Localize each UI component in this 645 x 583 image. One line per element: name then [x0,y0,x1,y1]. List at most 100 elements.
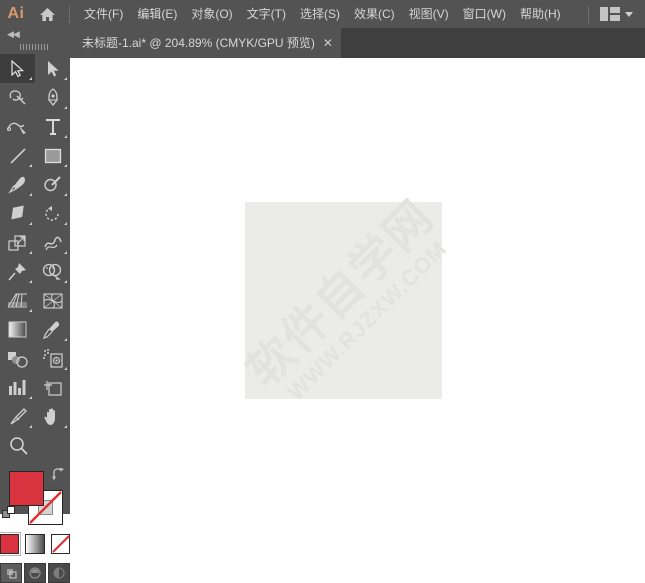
tool-gradient[interactable] [0,315,35,344]
tool-column-graph[interactable] [0,373,35,402]
tool-shaper[interactable] [35,170,70,199]
tool-rotate[interactable] [35,199,70,228]
menu-bar: Ai 文件(F) 编辑(E) 对象(O) 文字(T) 选择(S) 效果(C) 视… [0,0,645,28]
tool-corner-marker [29,309,32,312]
menubar-divider-2 [588,5,589,23]
ai-logo-icon: Ai [7,5,25,22]
menu-edit[interactable]: 编辑(E) [130,3,184,25]
tool-rectangle[interactable] [35,141,70,170]
symbol-sprayer-icon [42,349,63,368]
screen-full-icon [52,567,65,579]
tools-panel-drag-handle[interactable] [0,40,70,54]
tool-magic-wand[interactable] [0,83,35,112]
screen-mode-normal[interactable] [0,563,22,583]
workspace-switcher-button[interactable] [596,4,637,24]
mesh-icon [42,292,63,309]
tool-artboard[interactable] [35,373,70,402]
menu-object[interactable]: 对象(O) [184,3,239,25]
pen-icon [47,88,58,107]
chevron-down-icon [625,11,633,17]
tool-slice[interactable] [0,402,35,431]
width-warp-icon [43,236,62,250]
tool-corner-marker [29,164,32,167]
column-graph-icon [9,380,26,395]
tool-corner-marker [64,164,67,167]
hand-icon [44,408,55,425]
magic-wand-icon [9,89,26,105]
tool-corner-marker [64,193,67,196]
workspace-switcher-icon [600,7,620,21]
menu-select[interactable]: 选择(S) [293,3,347,25]
tool-zoom[interactable] [0,431,79,460]
tool-perspective-grid[interactable] [0,286,35,315]
color-mode-buttons [0,532,70,556]
tool-paintbrush[interactable] [0,170,35,199]
rectangle-icon [44,148,61,163]
screen-mode-full[interactable] [48,563,70,583]
default-fill-stroke-icon[interactable] [2,506,17,526]
tool-direct-selection[interactable] [35,54,70,83]
close-icon[interactable]: ✕ [315,28,341,58]
tool-type[interactable] [35,112,70,141]
screen-normal-icon [6,569,16,579]
tool-free-transform[interactable] [0,257,35,286]
menu-help[interactable]: 帮助(H) [513,3,568,25]
fill-stroke-controls [0,466,70,528]
tool-eyedropper[interactable] [35,315,70,344]
tool-eraser[interactable] [0,199,35,228]
menu-items: 文件(F) 编辑(E) 对象(O) 文字(T) 选择(S) 效果(C) 视图(V… [77,3,568,25]
tool-corner-marker [29,222,32,225]
tool-corner-marker [64,280,67,283]
screen-full-menu-icon [28,567,41,579]
double-chevron-left-icon: ◀◀ [7,28,20,39]
tool-scale[interactable] [0,228,35,257]
screen-mode-full-menu[interactable] [24,563,46,583]
tool-symbol-sprayer[interactable] [35,344,70,373]
color-mode-none[interactable] [50,534,70,554]
scale-icon [7,234,26,251]
tool-blend[interactable] [0,344,35,373]
tool-width[interactable] [35,228,70,257]
magnifier-icon [10,437,28,455]
color-mode-color[interactable] [0,532,22,556]
tool-corner-marker [64,425,67,428]
menu-effect[interactable]: 效果(C) [347,3,402,25]
menu-file[interactable]: 文件(F) [77,3,130,25]
menu-view[interactable]: 视图(V) [402,3,456,25]
color-mode-gradient[interactable] [25,534,45,554]
menubar-right-group [581,4,645,24]
grip-dots-icon [20,44,50,50]
document-canvas[interactable]: 软件自学网 WWW.RJZXW.COM [70,58,645,514]
home-icon[interactable] [32,0,62,28]
menu-type[interactable]: 文字(T) [240,3,293,25]
tool-hand[interactable] [35,402,70,431]
tools-panel-collapse-button[interactable]: ◀◀ [0,28,70,40]
direct-selection-arrow-icon [48,60,59,76]
artboard-rectangle[interactable] [245,202,442,399]
free-transform-pin-icon [8,263,26,281]
tool-corner-marker [29,251,32,254]
gradient-icon [8,321,27,338]
tool-pen[interactable] [35,83,70,112]
tool-line-segment[interactable] [0,141,35,170]
document-tab[interactable]: 未标题-1.ai* @ 204.89% (CMYK/GPU 预览) ✕ [70,28,341,58]
paintbrush-icon [8,176,25,194]
eyedropper-icon [43,321,60,339]
swap-fill-stroke-icon[interactable] [51,467,65,486]
tool-corner-marker [29,425,32,428]
tool-corner-marker [64,135,67,138]
fill-swatch[interactable] [9,471,44,506]
menu-window[interactable]: 窗口(W) [456,3,513,25]
tool-corner-marker [64,338,67,341]
tool-corner-marker [29,396,32,399]
tool-mesh[interactable] [35,286,70,315]
shaper-icon [44,176,61,192]
eraser-icon [11,205,24,220]
tool-corner-marker [29,193,32,196]
tool-grid [0,54,70,431]
tool-curvature[interactable] [0,112,35,141]
selection-arrow-icon [11,59,25,77]
slice-knife-icon [10,408,27,425]
tool-shape-builder[interactable] [35,257,70,286]
tool-selection[interactable] [0,54,35,83]
